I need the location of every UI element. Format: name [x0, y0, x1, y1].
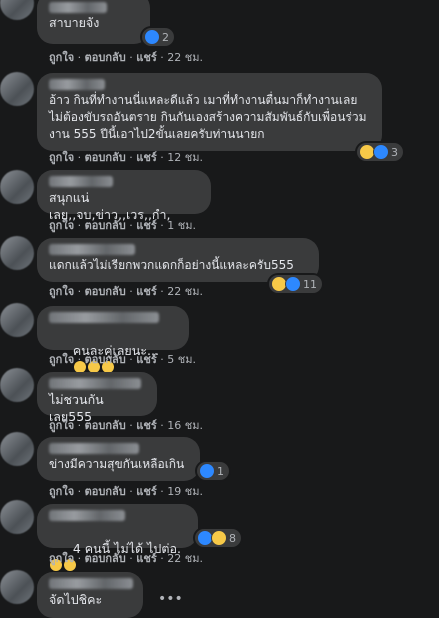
- like-link[interactable]: ถูกใจ: [49, 219, 74, 232]
- reply-link[interactable]: ตอบกลับ: [85, 219, 126, 232]
- avatar[interactable]: [0, 72, 34, 106]
- haha-reaction-icon: [211, 530, 227, 546]
- timestamp[interactable]: 22 ชม.: [167, 552, 203, 565]
- like-link[interactable]: ถูกใจ: [49, 51, 74, 64]
- like-reaction-icon: [285, 276, 301, 292]
- share-link[interactable]: แชร์: [136, 51, 156, 64]
- share-link[interactable]: แชร์: [136, 485, 156, 498]
- reaction-summary[interactable]: 1: [197, 462, 229, 480]
- avatar[interactable]: [0, 432, 34, 466]
- share-link[interactable]: แชร์: [136, 285, 156, 298]
- avatar[interactable]: [0, 236, 34, 270]
- like-reaction-icon: [144, 29, 160, 45]
- reaction-summary[interactable]: 2: [142, 28, 174, 46]
- comment-text: อ้าว กินที่ทำงานนี่แหละดีแล้ว เมาที่ทำงา…: [49, 93, 367, 141]
- like-link[interactable]: ถูกใจ: [49, 151, 74, 164]
- reply-link[interactable]: ตอบกลับ: [85, 485, 126, 498]
- reply-link[interactable]: ตอบกลับ: [85, 285, 126, 298]
- comment-actions: ถูกใจ · ตอบกลับ · แชร์ · 22 ชม.: [49, 552, 203, 565]
- like-link[interactable]: ถูกใจ: [49, 419, 74, 432]
- reply-link[interactable]: ตอบกลับ: [85, 419, 126, 432]
- like-link[interactable]: ถูกใจ: [49, 353, 74, 366]
- commenter-name[interactable]: [49, 2, 107, 13]
- comment-bubble: สนุกแน่เลย,,จบ,ข่าว,,เวร,,กำ,: [37, 170, 211, 222]
- comment-actions: ถูกใจ · ตอบกลับ · แชร์ · 12 ชม.: [49, 151, 203, 164]
- share-link[interactable]: แชร์: [136, 219, 156, 232]
- timestamp[interactable]: 12 ชม.: [167, 151, 203, 164]
- comment-actions: ถูกใจ · ตอบกลับ · แชร์ · 19 ชม.: [49, 485, 203, 498]
- comment-actions: ถูกใจ · ตอบกลับ · แชร์ · 22 ชม.: [49, 285, 203, 298]
- like-link[interactable]: ถูกใจ: [49, 285, 74, 298]
- reaction-summary[interactable]: 8: [195, 529, 241, 547]
- timestamp[interactable]: 22 ชม.: [167, 285, 203, 298]
- avatar[interactable]: [0, 0, 34, 20]
- comment-actions: ถูกใจ · ตอบกลับ · แชร์ · 16 ชม.: [49, 419, 203, 432]
- commenter-name[interactable]: [49, 79, 105, 90]
- reply-link[interactable]: ตอบกลับ: [85, 552, 126, 565]
- reaction-count: 2: [162, 30, 169, 44]
- timestamp[interactable]: 22 ชม.: [167, 51, 203, 64]
- commenter-name[interactable]: [49, 244, 135, 255]
- reaction-count: 8: [229, 531, 236, 545]
- commenter-name[interactable]: [49, 578, 133, 589]
- comment-text: แดกแล้วไม่เรียกพวกแดกก็อย่างนี้แหละครับ5…: [49, 258, 294, 272]
- reply-link[interactable]: ตอบกลับ: [85, 353, 126, 366]
- timestamp[interactable]: 16 ชม.: [167, 419, 203, 432]
- comment-bubble: 4 คนนี้ ไม่ได้ ไปต่อ.: [37, 504, 198, 571]
- commenter-name[interactable]: [49, 378, 141, 389]
- commenter-name[interactable]: [49, 443, 139, 454]
- comment-text: ข่างมีความสุขกันเหลือเกิน: [49, 457, 185, 471]
- reply-link[interactable]: ตอบกลับ: [85, 51, 126, 64]
- avatar[interactable]: [0, 368, 34, 402]
- reaction-count: 11: [303, 277, 317, 291]
- reaction-summary[interactable]: 11: [269, 275, 322, 293]
- comment-text: สนุกแน่เลย,,จบ,ข่าว,,เวร,,กำ,: [49, 190, 171, 222]
- timestamp[interactable]: 5 ชม.: [167, 353, 196, 366]
- comment-actions: ถูกใจ · ตอบกลับ · แชร์ · 22 ชม.: [49, 51, 203, 64]
- like-reaction-icon: [199, 463, 215, 479]
- reaction-summary[interactable]: 3: [357, 143, 403, 161]
- comment-bubble: ไม่ชวนกันเลย555: [37, 372, 157, 424]
- like-reaction-icon: [373, 144, 389, 160]
- timestamp[interactable]: 19 ชม.: [167, 485, 203, 498]
- share-link[interactable]: แชร์: [136, 353, 156, 366]
- timestamp[interactable]: 1 ชม.: [167, 219, 196, 232]
- comment-bubble: จัดไปชิคะ: [37, 572, 143, 618]
- commenter-name[interactable]: [49, 312, 159, 323]
- comment-text: สาบายจัง: [49, 15, 100, 30]
- commenter-name[interactable]: [49, 510, 125, 521]
- comment-bubble: ข่างมีความสุขกันเหลือเกิน: [37, 437, 200, 481]
- share-link[interactable]: แชร์: [136, 419, 156, 432]
- comment-actions: ถูกใจ · ตอบกลับ · แชร์ · 5 ชม.: [49, 353, 196, 366]
- reaction-count: 1: [217, 464, 224, 478]
- avatar[interactable]: [0, 500, 34, 534]
- comment-actions: ถูกใจ · ตอบกลับ · แชร์ · 1 ชม.: [49, 219, 196, 232]
- more-options-icon[interactable]: •••: [158, 592, 183, 606]
- reaction-count: 3: [391, 145, 398, 159]
- share-link[interactable]: แชร์: [136, 552, 156, 565]
- like-link[interactable]: ถูกใจ: [49, 485, 74, 498]
- comment-bubble: คนละคู่เลยนะ...: [37, 306, 189, 373]
- reply-link[interactable]: ตอบกลับ: [85, 151, 126, 164]
- comment-text: จัดไปชิคะ: [49, 592, 103, 607]
- comment-bubble: อ้าว กินที่ทำงานนี่แหละดีแล้ว เมาที่ทำงา…: [37, 73, 382, 151]
- share-link[interactable]: แชร์: [136, 151, 156, 164]
- comment-bubble: สาบายจัง: [37, 0, 150, 44]
- avatar[interactable]: [0, 303, 34, 337]
- like-link[interactable]: ถูกใจ: [49, 552, 74, 565]
- avatar[interactable]: [0, 570, 34, 604]
- commenter-name[interactable]: [49, 176, 113, 187]
- avatar[interactable]: [0, 170, 34, 204]
